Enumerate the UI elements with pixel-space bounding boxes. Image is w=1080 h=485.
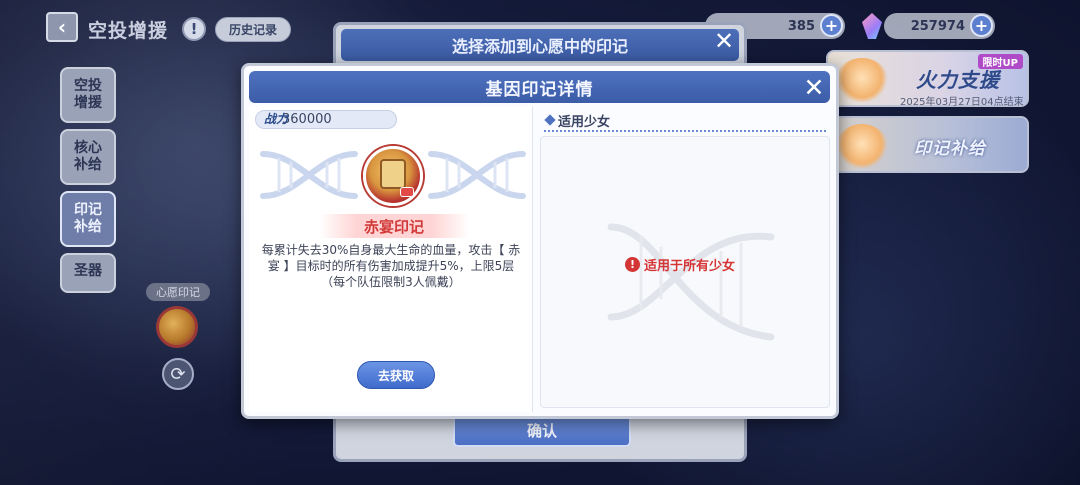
back-button[interactable]: ‹ [46, 12, 78, 42]
applicable-girls-title: 适用少女 [558, 114, 611, 130]
info-button[interactable]: ! [182, 17, 206, 41]
tab-holy-artifact[interactable]: 圣器 [60, 253, 116, 293]
diamond-icon [544, 114, 556, 126]
acquire-button[interactable]: 去获取 [357, 361, 435, 389]
combat-power-badge: 战力 360000 [255, 110, 397, 129]
tag-icon [400, 187, 414, 197]
mark-name: 赤宴印记 [319, 214, 469, 238]
mark-info-panel: 战力 360000 赤宴印记 每累计失去30%自身最大生命的血量，攻击【 赤宴 … [249, 106, 533, 412]
applies-to-all-notice: ! 适用于所有少女 [625, 255, 735, 274]
mark-supply-banner[interactable]: 印记补给 [826, 116, 1029, 173]
add-gem-button[interactable]: + [970, 14, 993, 37]
gem-value: 257974 [910, 18, 965, 34]
dialog-header: 基因印记详情 ✕ [249, 71, 830, 103]
side-tab-rail: 空投 增援 核心 补给 印记 补给 圣器 [52, 55, 116, 295]
banner-character-icon [836, 58, 888, 102]
dialog-title: 选择添加到心愿中的印记 [451, 37, 628, 56]
tab-mark-supply[interactable]: 印记 补给 [60, 191, 116, 247]
scroll-icon [380, 159, 406, 189]
history-button[interactable]: 历史记录 [215, 17, 291, 42]
banner-title: 火力支援 [916, 68, 1000, 92]
close-button[interactable]: ✕ [712, 27, 736, 55]
add-coin-button[interactable]: + [820, 14, 843, 37]
mark-description: 每累计失去30%自身最大生命的血量，攻击【 赤宴 】目标时的所有伤害加成提升5%… [261, 243, 521, 289]
warning-icon: ! [625, 257, 640, 272]
close-icon: ✕ [713, 27, 735, 55]
applies-to-all-text: 适用于所有少女 [644, 259, 736, 274]
crimson-feast-mark-icon [363, 146, 423, 206]
tab-airdrop-reinforce[interactable]: 空投 增援 [60, 67, 116, 123]
wish-mark-medal-icon[interactable] [156, 306, 198, 348]
gene-mark-detail-dialog: 基因印记详情 ✕ 战力 360000 赤宴印记 每累计失去30%自身最大生命的血… [241, 63, 839, 419]
refresh-icon: ⟳ [170, 363, 186, 385]
tab-core-supply[interactable]: 核心 补给 [60, 129, 116, 185]
coin-value: 385 [787, 18, 815, 34]
applicable-girls-header: 适用少女 [544, 110, 826, 132]
combat-power-value: 360000 [282, 112, 332, 127]
applicable-girls-panel: 适用少女 ! 适用于所有少女 [538, 106, 832, 412]
banner-end-date: 2025年03月27日04点结束 [900, 97, 1024, 108]
close-icon: ✕ [803, 72, 825, 102]
gem-counter: 257974 + [884, 13, 995, 39]
combat-power-label: 战力 [264, 112, 289, 126]
dna-watermark-icon [607, 223, 775, 341]
firepower-support-banner[interactable]: 限时UP 火力支援 2025年03月27日04点结束 [826, 50, 1029, 108]
banner-character-icon [836, 124, 888, 168]
page-title: 空投增援 [88, 20, 169, 42]
refresh-button[interactable]: ⟳ [162, 358, 194, 390]
dialog-header: 选择添加到心愿中的印记 [341, 29, 739, 61]
applicable-girls-list: ! 适用于所有少女 [540, 136, 830, 408]
wish-mark-label: 心愿印记 [146, 283, 210, 301]
chevron-left-icon: ‹ [57, 15, 67, 39]
close-button[interactable]: ✕ [800, 72, 828, 102]
banner-title: 印记补给 [914, 139, 986, 159]
dialog-title: 基因印记详情 [485, 79, 594, 100]
exclamation-icon: ! [190, 20, 198, 38]
